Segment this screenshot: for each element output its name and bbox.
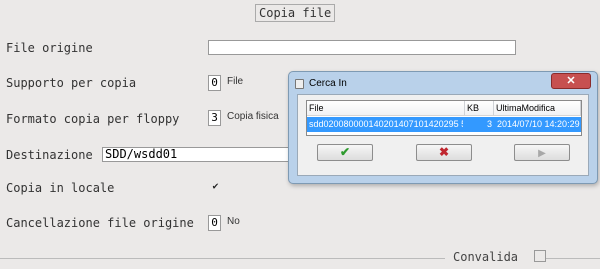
- dialog-title: Cerca In: [309, 78, 347, 89]
- x-icon: ✖: [438, 145, 450, 159]
- column-header-modified[interactable]: UltimaModifica: [494, 101, 581, 116]
- cell-file: sdd020080000140201407101420295 5.txt: [309, 119, 463, 129]
- convalida-checkbox[interactable]: [534, 250, 546, 262]
- bottom-divider-right: [546, 258, 600, 259]
- supporto-label: Supporto per copia: [6, 76, 137, 90]
- dialog-body: File KB UltimaModifica sdd02008000014020…: [297, 94, 589, 176]
- supporto-hint: File: [227, 76, 244, 87]
- supporto-input[interactable]: 0: [208, 75, 221, 91]
- file-origine-input[interactable]: [208, 40, 516, 55]
- column-header-file[interactable]: File: [307, 101, 465, 116]
- copia-locale-label: Copia in locale: [6, 181, 115, 195]
- bottom-divider: [0, 258, 445, 259]
- formato-label: Formato copia per floppy: [6, 112, 180, 126]
- convalida-label: Convalida: [453, 250, 519, 264]
- formato-input[interactable]: 3: [208, 110, 221, 126]
- play-right-icon: ▶: [538, 148, 546, 159]
- file-table: File KB UltimaModifica sdd02008000014020…: [306, 100, 582, 136]
- cell-modified: 2014/07/10 14:20:29: [497, 119, 580, 129]
- column-header-kb[interactable]: KB: [465, 101, 494, 116]
- close-icon[interactable]: ✕: [551, 73, 591, 89]
- file-origine-label: File origine: [6, 41, 93, 55]
- cancellazione-label: Cancellazione file origine: [6, 216, 194, 230]
- cancel-button[interactable]: ✖: [416, 144, 472, 161]
- destinazione-input[interactable]: SDD/wsdd01: [102, 147, 292, 162]
- cancellazione-input[interactable]: 0: [208, 215, 221, 231]
- destinazione-label: Destinazione: [6, 148, 93, 162]
- form-title: Copia file: [255, 4, 336, 22]
- cell-kb: 3: [486, 119, 492, 129]
- cancellazione-hint: No: [227, 216, 240, 227]
- next-button[interactable]: ▶: [514, 144, 570, 161]
- checkmark-icon: ✔: [339, 145, 351, 159]
- cerca-in-dialog: Cerca In ✕ File KB UltimaModifica sdd020…: [288, 71, 598, 184]
- window-icon: [295, 79, 304, 89]
- formato-hint: Copia fisica: [227, 111, 279, 122]
- copia-locale-checkbox[interactable]: ✔: [210, 181, 221, 192]
- table-row[interactable]: sdd020080000140201407101420295 5.txt 3 2…: [307, 117, 581, 132]
- ok-button[interactable]: ✔: [317, 144, 373, 161]
